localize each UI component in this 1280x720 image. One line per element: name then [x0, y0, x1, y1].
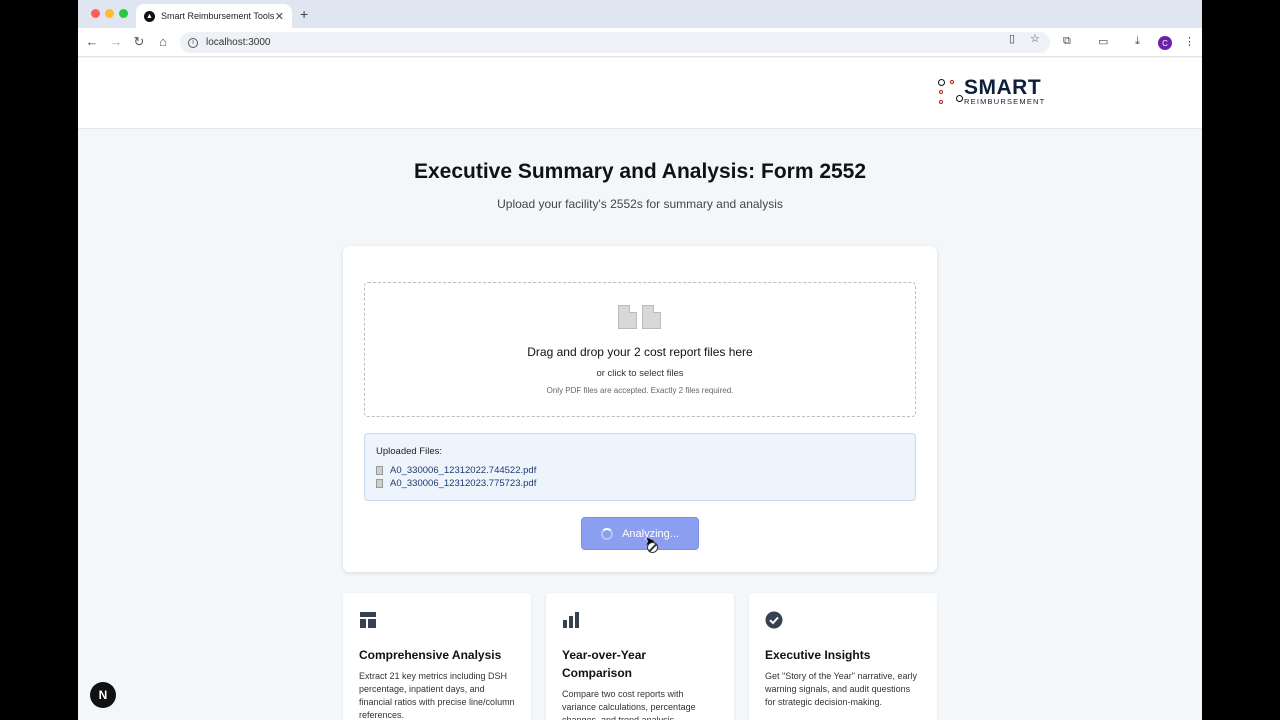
- smart-reimbursement-logo[interactable]: SMART REIMBURSEMENT: [936, 76, 1046, 110]
- uploaded-file-item: A0_330006_12312023.775723.pdf: [376, 477, 904, 490]
- browser-tab[interactable]: ▲ Smart Reimbursement Tools ✕: [136, 4, 292, 28]
- site-info-icon[interactable]: i: [188, 37, 198, 48]
- file-icon: [376, 479, 383, 488]
- forward-icon[interactable]: →: [108, 34, 124, 49]
- dropzone-subtitle: or click to select files: [596, 368, 684, 379]
- back-icon[interactable]: ←: [84, 34, 100, 49]
- browser-toolbar: ← → ↻ ⌂ i localhost:3000 ▯ ☆ ⧉ ▭ ⤓ ⋮: [78, 28, 1202, 57]
- new-tab-button[interactable]: +: [300, 6, 308, 22]
- home-icon[interactable]: ⌂: [155, 34, 171, 49]
- search-tabs-icon[interactable]: ▭: [1098, 35, 1108, 48]
- address-bar[interactable]: i localhost:3000: [180, 32, 1050, 53]
- not-allowed-cursor-icon: [647, 542, 658, 553]
- minimize-window-button[interactable]: [105, 9, 114, 18]
- tab-bar: ▲ Smart Reimbursement Tools ✕ +: [78, 0, 1202, 28]
- close-window-button[interactable]: [91, 9, 100, 18]
- page-icon[interactable]: ▯: [1009, 32, 1015, 45]
- uploaded-files-label: Uploaded Files:: [376, 446, 443, 457]
- page-subtitle: Upload your facility's 2552s for summary…: [497, 197, 783, 211]
- tab-close-icon[interactable]: ✕: [275, 10, 284, 23]
- upload-card: Drag and drop your 2 cost report files h…: [343, 246, 937, 572]
- menu-kebab-icon[interactable]: ⋮: [1184, 35, 1195, 48]
- tab-title: Smart Reimbursement Tools: [161, 11, 275, 21]
- dropzone-note: Only PDF files are accepted. Exactly 2 f…: [546, 386, 734, 395]
- feature-card-executive-insights: Executive Insights Get "Story of the Yea…: [749, 593, 937, 720]
- loading-spinner-icon: [601, 527, 614, 540]
- check-circle-icon: [765, 611, 783, 629]
- feature-description: Compare two cost reports with variance c…: [562, 689, 696, 720]
- uploaded-file-item: A0_330006_12312022.744522.pdf: [376, 464, 904, 477]
- feature-card-comprehensive-analysis: Comprehensive Analysis Extract 21 key me…: [343, 593, 531, 720]
- feature-card-year-over-year: Year-over-Year Comparison Compare two co…: [546, 593, 734, 720]
- vercel-favicon-icon: ▲: [144, 10, 155, 22]
- layout-icon: [360, 612, 376, 628]
- uploaded-files-panel: Uploaded Files: A0_330006_12312022.74452…: [364, 433, 916, 501]
- feature-title: Year-over-Year Comparison: [562, 648, 647, 680]
- reload-icon[interactable]: ↻: [131, 34, 147, 50]
- browser-window: ▲ Smart Reimbursement Tools ✕ + ← → ↻ ⌂ …: [78, 0, 1202, 720]
- feature-title: Executive Insights: [765, 648, 871, 662]
- zoom-window-button[interactable]: [119, 9, 128, 18]
- file-dropzone[interactable]: Drag and drop your 2 cost report files h…: [364, 282, 916, 417]
- site-header: SMART REIMBURSEMENT: [78, 58, 1202, 129]
- logo-sub-text: REIMBURSEMENT: [964, 97, 1046, 106]
- feature-description: Extract 21 key metrics including DSH per…: [359, 671, 515, 720]
- bar-chart-icon: [563, 612, 579, 628]
- bookmark-star-icon[interactable]: ☆: [1030, 32, 1040, 45]
- uploaded-file-name: A0_330006_12312022.744522.pdf: [390, 465, 537, 476]
- feature-title: Comprehensive Analysis: [359, 648, 502, 662]
- documents-icon: [618, 305, 664, 331]
- download-icon[interactable]: ⤓: [1135, 35, 1140, 48]
- file-icon: [376, 466, 383, 475]
- uploaded-file-name: A0_330006_12312023.775723.pdf: [390, 478, 537, 489]
- dropzone-title: Drag and drop your 2 cost report files h…: [527, 345, 753, 359]
- page-title: Executive Summary and Analysis: Form 255…: [413, 160, 867, 183]
- feature-description: Get "Story of the Year" narrative, early…: [765, 671, 917, 707]
- nextjs-dev-badge[interactable]: N: [90, 682, 116, 708]
- analyze-button[interactable]: Analyzing...: [581, 517, 699, 550]
- extensions-icon[interactable]: ⧉: [1063, 35, 1071, 48]
- url-text: localhost:3000: [206, 37, 271, 48]
- profile-avatar[interactable]: C: [1158, 36, 1172, 50]
